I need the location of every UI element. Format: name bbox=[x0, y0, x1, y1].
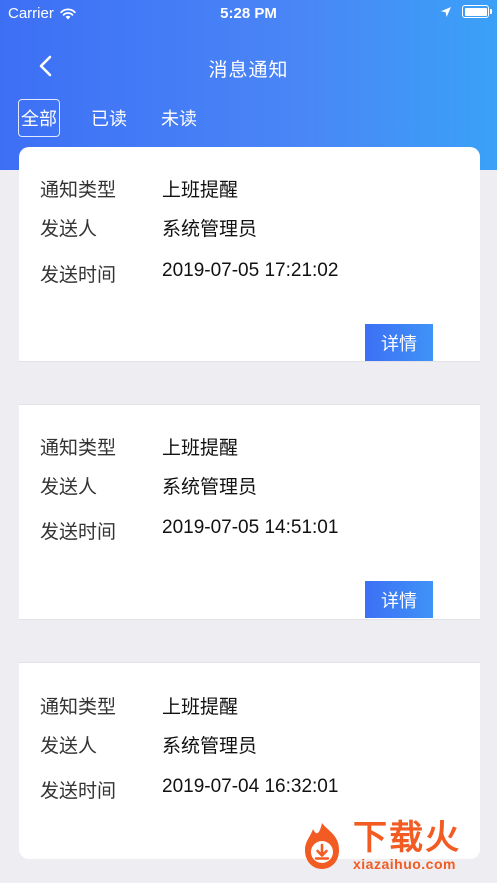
watermark: 下载火 xiazaihuo.com bbox=[295, 815, 491, 877]
card-separator bbox=[19, 619, 480, 663]
clock: 5:28 PM bbox=[220, 5, 277, 22]
watermark-brand: 下载火 bbox=[353, 819, 461, 857]
notification-card: 通知类型 上班提醒 发送人 系统管理员 发送时间 2019-07-05 17:2… bbox=[19, 147, 480, 361]
type-label: 通知类型 bbox=[40, 438, 117, 459]
battery-icon bbox=[462, 5, 492, 18]
type-row: 通知类型 上班提醒 bbox=[40, 433, 238, 460]
time-label: 发送时间 bbox=[40, 522, 117, 543]
notification-card: 通知类型 上班提醒 发送人 系统管理员 发送时间 2019-07-05 14:5… bbox=[19, 405, 480, 619]
type-value: 上班提醒 bbox=[162, 697, 239, 718]
sender-label: 发送人 bbox=[40, 477, 98, 498]
time-row: 发送时间 2019-07-05 17:21:02 bbox=[40, 260, 338, 287]
sender-value: 系统管理员 bbox=[162, 477, 258, 498]
detail-button[interactable]: 详情 bbox=[365, 581, 433, 618]
detail-button[interactable]: 详情 bbox=[365, 324, 433, 361]
sender-label: 发送人 bbox=[40, 219, 98, 240]
time-value: 2019-07-04 16:32:01 bbox=[162, 776, 339, 797]
tab-read[interactable]: 已读 bbox=[88, 99, 130, 137]
sender-value: 系统管理员 bbox=[162, 736, 258, 757]
header: Carrier 5:28 PM 消息通知 全部 已读 未读 bbox=[0, 0, 497, 170]
type-label: 通知类型 bbox=[40, 180, 117, 201]
time-label: 发送时间 bbox=[40, 265, 117, 286]
time-label: 发送时间 bbox=[40, 781, 117, 802]
time-value: 2019-07-05 17:21:02 bbox=[162, 260, 339, 281]
type-row: 通知类型 上班提醒 bbox=[40, 692, 238, 719]
sender-row: 发送人 系统管理员 bbox=[40, 731, 257, 758]
time-row: 发送时间 2019-07-04 16:32:01 bbox=[40, 776, 338, 803]
status-right bbox=[440, 5, 492, 18]
notification-list: 通知类型 上班提醒 发送人 系统管理员 发送时间 2019-07-05 17:2… bbox=[19, 147, 480, 859]
location-arrow-icon bbox=[441, 6, 451, 17]
tab-all[interactable]: 全部 bbox=[18, 99, 60, 137]
type-value: 上班提醒 bbox=[162, 180, 239, 201]
sender-row: 发送人 系统管理员 bbox=[40, 214, 257, 241]
time-row: 发送时间 2019-07-05 14:51:01 bbox=[40, 517, 338, 544]
sender-value: 系统管理员 bbox=[162, 219, 258, 240]
sender-row: 发送人 系统管理员 bbox=[40, 472, 257, 499]
tab-unread[interactable]: 未读 bbox=[158, 99, 200, 137]
type-value: 上班提醒 bbox=[162, 438, 239, 459]
flame-download-icon bbox=[305, 823, 339, 869]
status-bar: Carrier 5:28 PM bbox=[0, 0, 497, 26]
watermark-url: xiazaihuo.com bbox=[353, 856, 456, 872]
watermark-text: 下载火 xiazaihuo.com bbox=[353, 820, 461, 872]
filter-tabs: 全部 已读 未读 bbox=[18, 99, 228, 137]
type-row: 通知类型 上班提醒 bbox=[40, 175, 238, 202]
navbar: 消息通知 bbox=[0, 42, 497, 90]
time-value: 2019-07-05 14:51:01 bbox=[162, 517, 339, 538]
type-label: 通知类型 bbox=[40, 697, 117, 718]
page-title: 消息通知 bbox=[208, 60, 289, 81]
sender-label: 发送人 bbox=[40, 736, 98, 757]
card-separator bbox=[19, 361, 480, 405]
